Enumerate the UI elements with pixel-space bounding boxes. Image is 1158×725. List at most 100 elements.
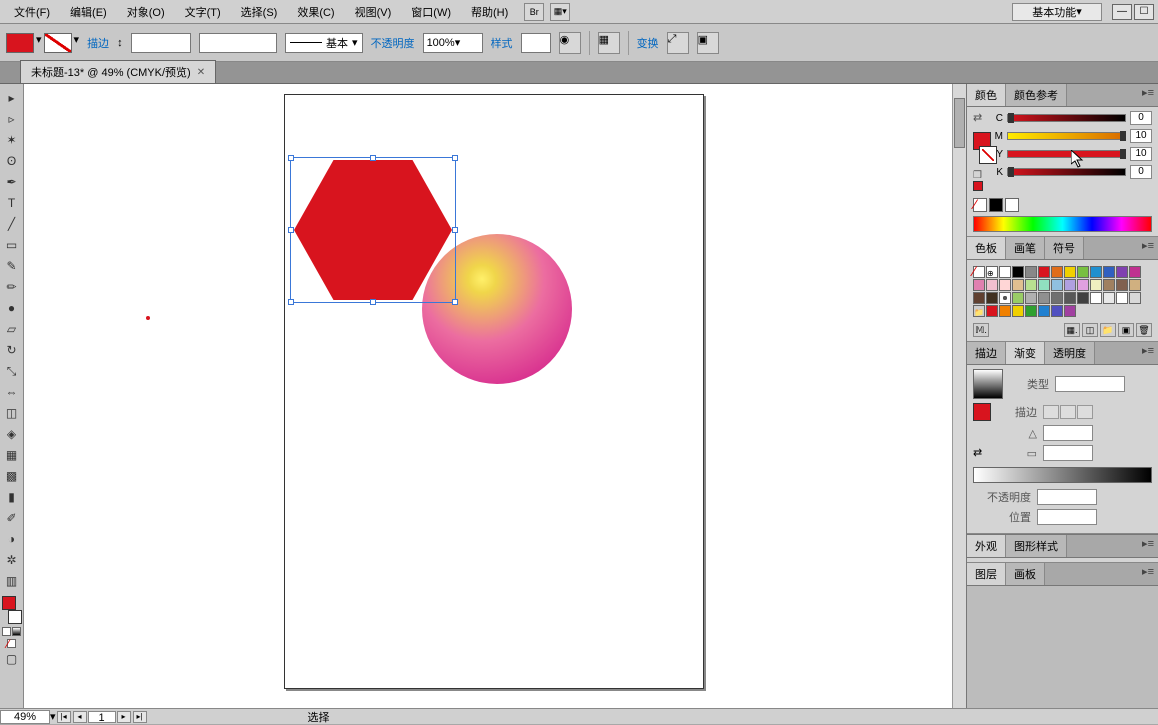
screen-mode-button[interactable]: ▢ xyxy=(2,649,22,669)
slider-magenta[interactable] xyxy=(1007,132,1126,140)
bridge-icon[interactable]: Br xyxy=(524,3,544,21)
fill-stroke-indicator[interactable] xyxy=(2,596,22,624)
gradient-angle-field[interactable] xyxy=(1043,425,1093,441)
stroke-weight-dropdown-icon[interactable]: ↕ xyxy=(117,37,123,49)
tab-layers[interactable]: 图层 xyxy=(967,563,1006,585)
swatch-item[interactable] xyxy=(1025,292,1037,304)
swatch-item[interactable] xyxy=(1012,266,1024,278)
eyedropper-tool[interactable]: ✐ xyxy=(2,508,22,528)
swatch-item[interactable] xyxy=(1090,292,1102,304)
cyan-value[interactable]: 0 xyxy=(1130,111,1152,125)
rotate-tool[interactable]: ↻ xyxy=(2,340,22,360)
fill-dropdown-icon[interactable]: ▾ xyxy=(36,33,42,53)
none-color-icon[interactable]: ⁄ xyxy=(973,198,987,212)
swatch-item[interactable] xyxy=(986,279,998,291)
swatch-item[interactable] xyxy=(1116,266,1128,278)
direct-selection-tool[interactable]: ▹ xyxy=(2,109,22,129)
swatch-item[interactable] xyxy=(1103,266,1115,278)
swatch-item[interactable] xyxy=(1077,266,1089,278)
blob-brush-tool[interactable]: ● xyxy=(2,298,22,318)
menu-file[interactable]: 文件(F) xyxy=(4,1,60,23)
line-tool[interactable]: ╱ xyxy=(2,214,22,234)
swatch-item[interactable] xyxy=(1051,305,1063,317)
graphic-style-dropdown[interactable] xyxy=(521,33,551,53)
selection-handle[interactable] xyxy=(370,155,376,161)
swatch-item[interactable] xyxy=(1064,266,1076,278)
panel-stroke-swatch[interactable] xyxy=(979,146,997,164)
zoom-level-field[interactable]: 49% xyxy=(0,710,50,724)
show-swatch-kinds-icon[interactable]: ▦. xyxy=(1064,323,1080,337)
selection-handle[interactable] xyxy=(452,227,458,233)
tab-swatches[interactable]: 色板 xyxy=(967,237,1006,259)
swatch-item[interactable] xyxy=(1051,266,1063,278)
scrollbar-thumb[interactable] xyxy=(954,98,965,148)
workspace-switcher[interactable]: 基本功能 ▾ xyxy=(1012,3,1102,21)
perspective-grid-tool[interactable]: ▦ xyxy=(2,445,22,465)
swatch-item[interactable] xyxy=(1103,279,1115,291)
tab-stroke[interactable]: 描边 xyxy=(967,342,1006,364)
swatch-item[interactable] xyxy=(1090,266,1102,278)
swatch-item[interactable] xyxy=(1038,305,1050,317)
swatch-item[interactable] xyxy=(1025,305,1037,317)
swatch-item[interactable] xyxy=(1025,266,1037,278)
panel-menu-icon[interactable]: ▸≡ xyxy=(1138,563,1158,585)
color-mode-button[interactable] xyxy=(2,627,11,636)
pencil-tool[interactable]: ✏ xyxy=(2,277,22,297)
panel-menu-icon[interactable]: ▸≡ xyxy=(1138,342,1158,364)
swatch-item[interactable] xyxy=(1038,266,1050,278)
slider-black[interactable] xyxy=(1007,168,1126,176)
lasso-tool[interactable]: ʘ xyxy=(2,151,22,171)
panel-fill-stroke-indicator[interactable] xyxy=(973,132,997,164)
free-transform-tool[interactable]: ◫ xyxy=(2,403,22,423)
minimize-button[interactable]: — xyxy=(1112,4,1132,20)
slider-cyan[interactable] xyxy=(1007,114,1126,122)
eraser-tool[interactable]: ▱ xyxy=(2,319,22,339)
swatch-item[interactable] xyxy=(1051,279,1063,291)
menu-type[interactable]: 文字(T) xyxy=(175,1,231,23)
close-icon[interactable]: ✕ xyxy=(197,67,205,78)
swatch-item[interactable] xyxy=(1129,266,1141,278)
panel-menu-icon[interactable]: ▸≡ xyxy=(1138,84,1158,106)
black-swatch-icon[interactable] xyxy=(989,198,1003,212)
swap-fill-stroke-icon[interactable]: ⇄ xyxy=(973,111,989,124)
swatch-item[interactable] xyxy=(999,279,1011,291)
swatch-item[interactable] xyxy=(1064,305,1076,317)
selection-handle[interactable] xyxy=(452,299,458,305)
menu-effect[interactable]: 效果(C) xyxy=(287,1,344,23)
delete-swatch-icon[interactable]: 🗑 xyxy=(1136,323,1152,337)
selection-tool[interactable]: ▸ xyxy=(2,88,22,108)
tab-color-guide[interactable]: 颜色参考 xyxy=(1006,84,1067,106)
tab-brushes[interactable]: 画笔 xyxy=(1006,237,1045,259)
mesh-tool[interactable]: ▩ xyxy=(2,466,22,486)
magic-wand-tool[interactable]: ✶ xyxy=(2,130,22,150)
stroke-dropdown-icon[interactable]: ▾ xyxy=(74,33,80,53)
stroke-grad-along-icon[interactable] xyxy=(1060,405,1076,419)
swatch-registration[interactable]: ⊕ xyxy=(986,266,998,278)
selection-handle[interactable] xyxy=(288,227,294,233)
tab-graphic-styles[interactable]: 图形样式 xyxy=(1006,535,1067,557)
pen-tool[interactable]: ✒ xyxy=(2,172,22,192)
swatch-item[interactable] xyxy=(1025,279,1037,291)
fill-swatch[interactable] xyxy=(6,33,34,53)
swatch-folder-icon[interactable]: 📁 xyxy=(973,305,985,317)
vertical-scrollbar[interactable] xyxy=(952,84,966,708)
swatch-item[interactable] xyxy=(1129,292,1141,304)
gradient-tool[interactable]: ▮ xyxy=(2,487,22,507)
transform-panel-icon[interactable]: ⤢ xyxy=(667,32,689,54)
swatch-item[interactable] xyxy=(1090,279,1102,291)
tab-appearance[interactable]: 外观 xyxy=(967,535,1006,557)
swatch-item[interactable] xyxy=(973,279,985,291)
swatch-item[interactable] xyxy=(1051,292,1063,304)
reverse-gradient-icon[interactable]: ⇄ xyxy=(973,446,991,460)
swatch-item[interactable] xyxy=(973,292,985,304)
black-value[interactable]: 0 xyxy=(1130,165,1152,179)
new-color-group-icon[interactable]: 📁 xyxy=(1100,323,1116,337)
gradient-type-dropdown[interactable] xyxy=(1055,376,1125,392)
swatch-libraries-icon[interactable]: 𝕄. xyxy=(973,323,989,337)
last-artboard-button[interactable]: ▸| xyxy=(133,711,147,723)
menu-view[interactable]: 视图(V) xyxy=(345,1,402,23)
selection-handle[interactable] xyxy=(370,299,376,305)
paintbrush-tool[interactable]: ✎ xyxy=(2,256,22,276)
gradient-mode-button[interactable] xyxy=(12,627,21,636)
selection-handle[interactable] xyxy=(288,299,294,305)
